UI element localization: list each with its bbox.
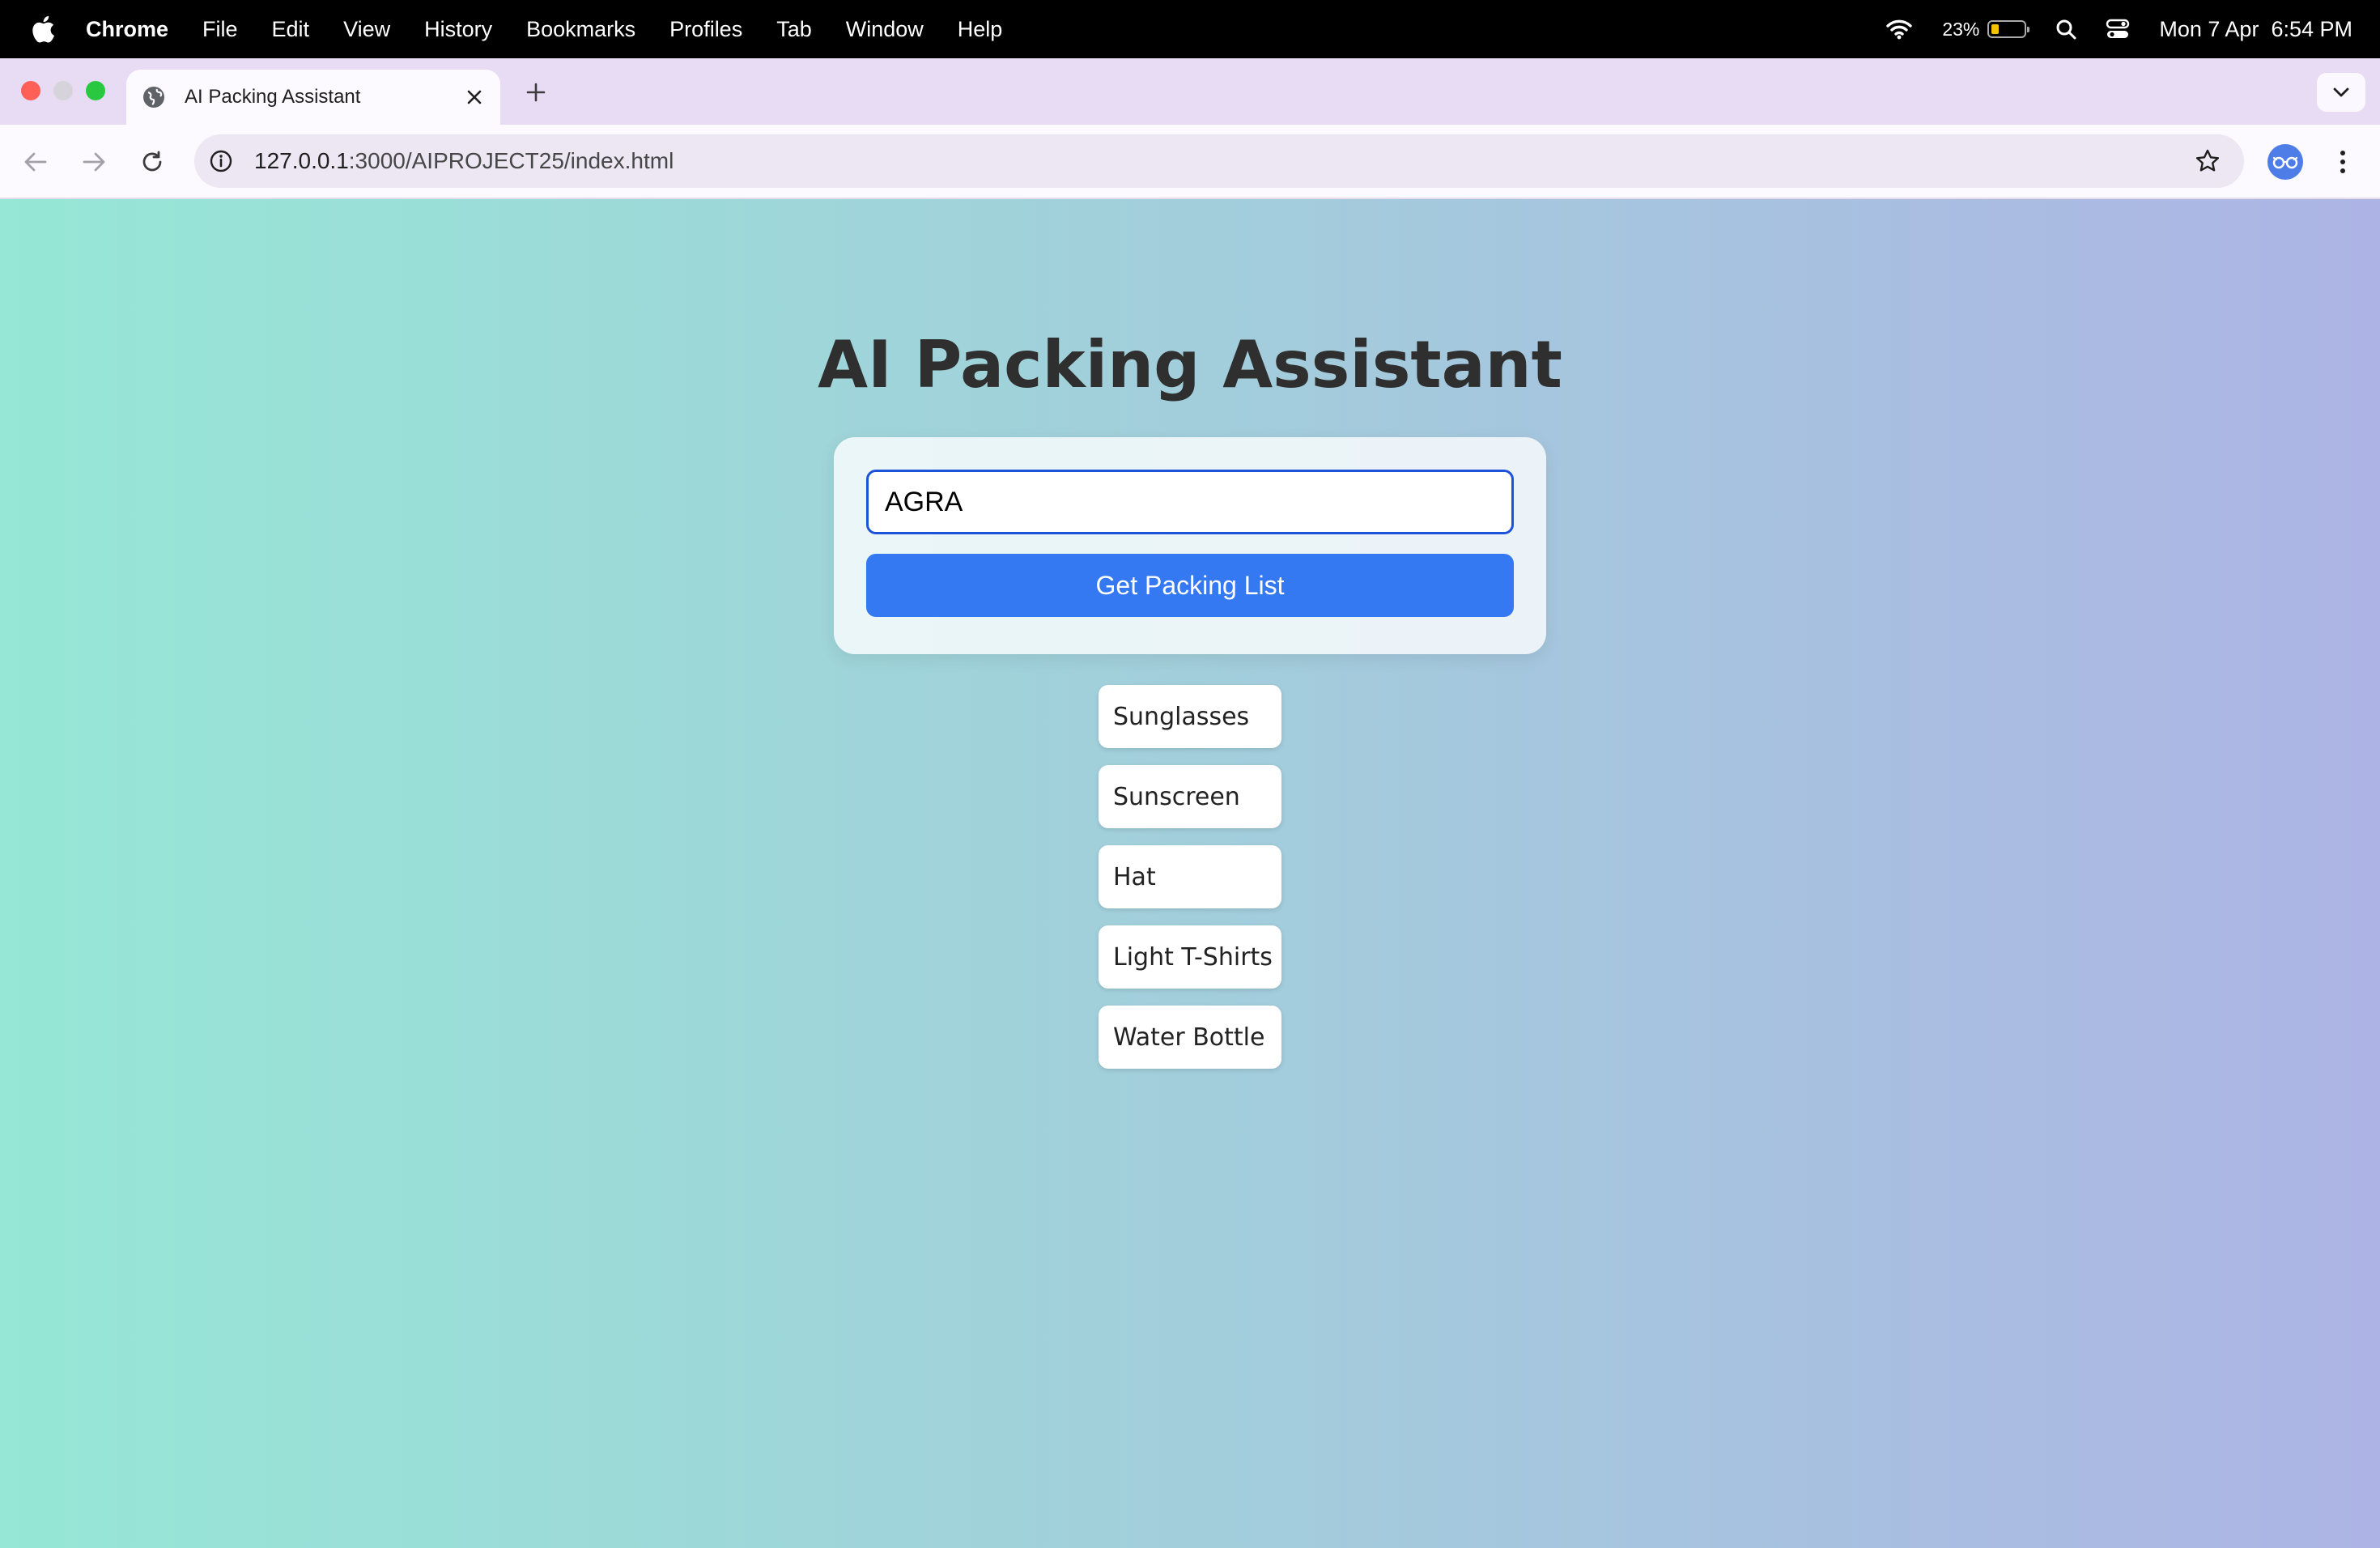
window-close-button[interactable]: [21, 81, 40, 100]
menu-view[interactable]: View: [343, 17, 390, 42]
address-bar[interactable]: 127.0.0.1:3000/AIPROJECT25/index.html: [194, 134, 2244, 188]
tab-ai-packing-assistant[interactable]: AI Packing Assistant: [126, 70, 500, 125]
macos-menu-bar: Chrome File Edit View History Bookmarks …: [0, 0, 2380, 58]
get-packing-list-button[interactable]: Get Packing List: [866, 554, 1514, 617]
browser-toolbar: 127.0.0.1:3000/AIPROJECT25/index.html: [0, 125, 2380, 199]
arrow-left-icon[interactable]: [19, 146, 52, 178]
menu-file[interactable]: File: [202, 17, 238, 42]
menu-bookmarks[interactable]: Bookmarks: [526, 17, 635, 42]
menu-tab[interactable]: Tab: [776, 17, 812, 42]
packing-list-item: Sunglasses: [1099, 685, 1281, 748]
info-icon[interactable]: [206, 146, 236, 176]
url-path: :3000/AIPROJECT25/index.html: [348, 148, 674, 173]
menu-app-name[interactable]: Chrome: [86, 17, 168, 42]
address-bar-url: 127.0.0.1:3000/AIPROJECT25/index.html: [254, 134, 674, 188]
arrow-right-icon[interactable]: [78, 146, 110, 178]
search-icon[interactable]: [2055, 19, 2076, 40]
menu-help[interactable]: Help: [958, 17, 1003, 42]
packing-list-item: Hat: [1099, 845, 1281, 908]
plus-icon[interactable]: [520, 76, 552, 108]
control-center-icon[interactable]: [2106, 19, 2130, 40]
battery-icon: [1987, 20, 2030, 38]
tab-title: AI Packing Assistant: [185, 86, 361, 108]
page-title: AI Packing Assistant: [818, 327, 1562, 402]
menu-edit[interactable]: Edit: [272, 17, 310, 42]
destination-input[interactable]: [866, 470, 1514, 534]
packing-list-item: Water Bottle: [1099, 1006, 1281, 1069]
menubar-datetime[interactable]: Mon 7 Apr 6:54 PM: [2159, 17, 2352, 42]
packing-list-item: Light T-Shirts: [1099, 925, 1281, 989]
battery-percent: 23%: [1942, 18, 1980, 40]
menu-profiles[interactable]: Profiles: [669, 17, 742, 42]
reload-icon[interactable]: [136, 146, 168, 178]
packing-list: Sunglasses Sunscreen Hat Light T-Shirts …: [1099, 685, 1281, 1086]
packing-list-item: Sunscreen: [1099, 765, 1281, 828]
url-host: 127.0.0.1: [254, 148, 349, 173]
battery-level-fill: [1991, 24, 2000, 34]
profile-avatar-icon[interactable]: [2267, 144, 2303, 180]
destination-form-card: Get Packing List: [834, 437, 1546, 654]
window-zoom-button[interactable]: [86, 81, 105, 100]
apple-logo-icon[interactable]: [31, 15, 55, 43]
globe-icon: [141, 84, 167, 110]
page-viewport: AI Packing Assistant Get Packing List Su…: [0, 199, 2380, 1548]
browser-tab-strip: AI Packing Assistant: [0, 58, 2380, 125]
kebab-menu-icon[interactable]: [2327, 146, 2359, 178]
wifi-icon[interactable]: [1885, 19, 1913, 40]
close-icon[interactable]: [463, 86, 486, 108]
menu-window[interactable]: Window: [846, 17, 924, 42]
menubar-status-area: 23% Mon 7 Apr 6:54 PM: [1856, 0, 2352, 58]
star-icon[interactable]: [2192, 146, 2223, 176]
battery-status[interactable]: 23%: [1942, 18, 2030, 40]
window-minimize-button[interactable]: [53, 81, 73, 100]
menu-history[interactable]: History: [424, 17, 492, 42]
chevron-down-icon[interactable]: [2317, 73, 2365, 112]
